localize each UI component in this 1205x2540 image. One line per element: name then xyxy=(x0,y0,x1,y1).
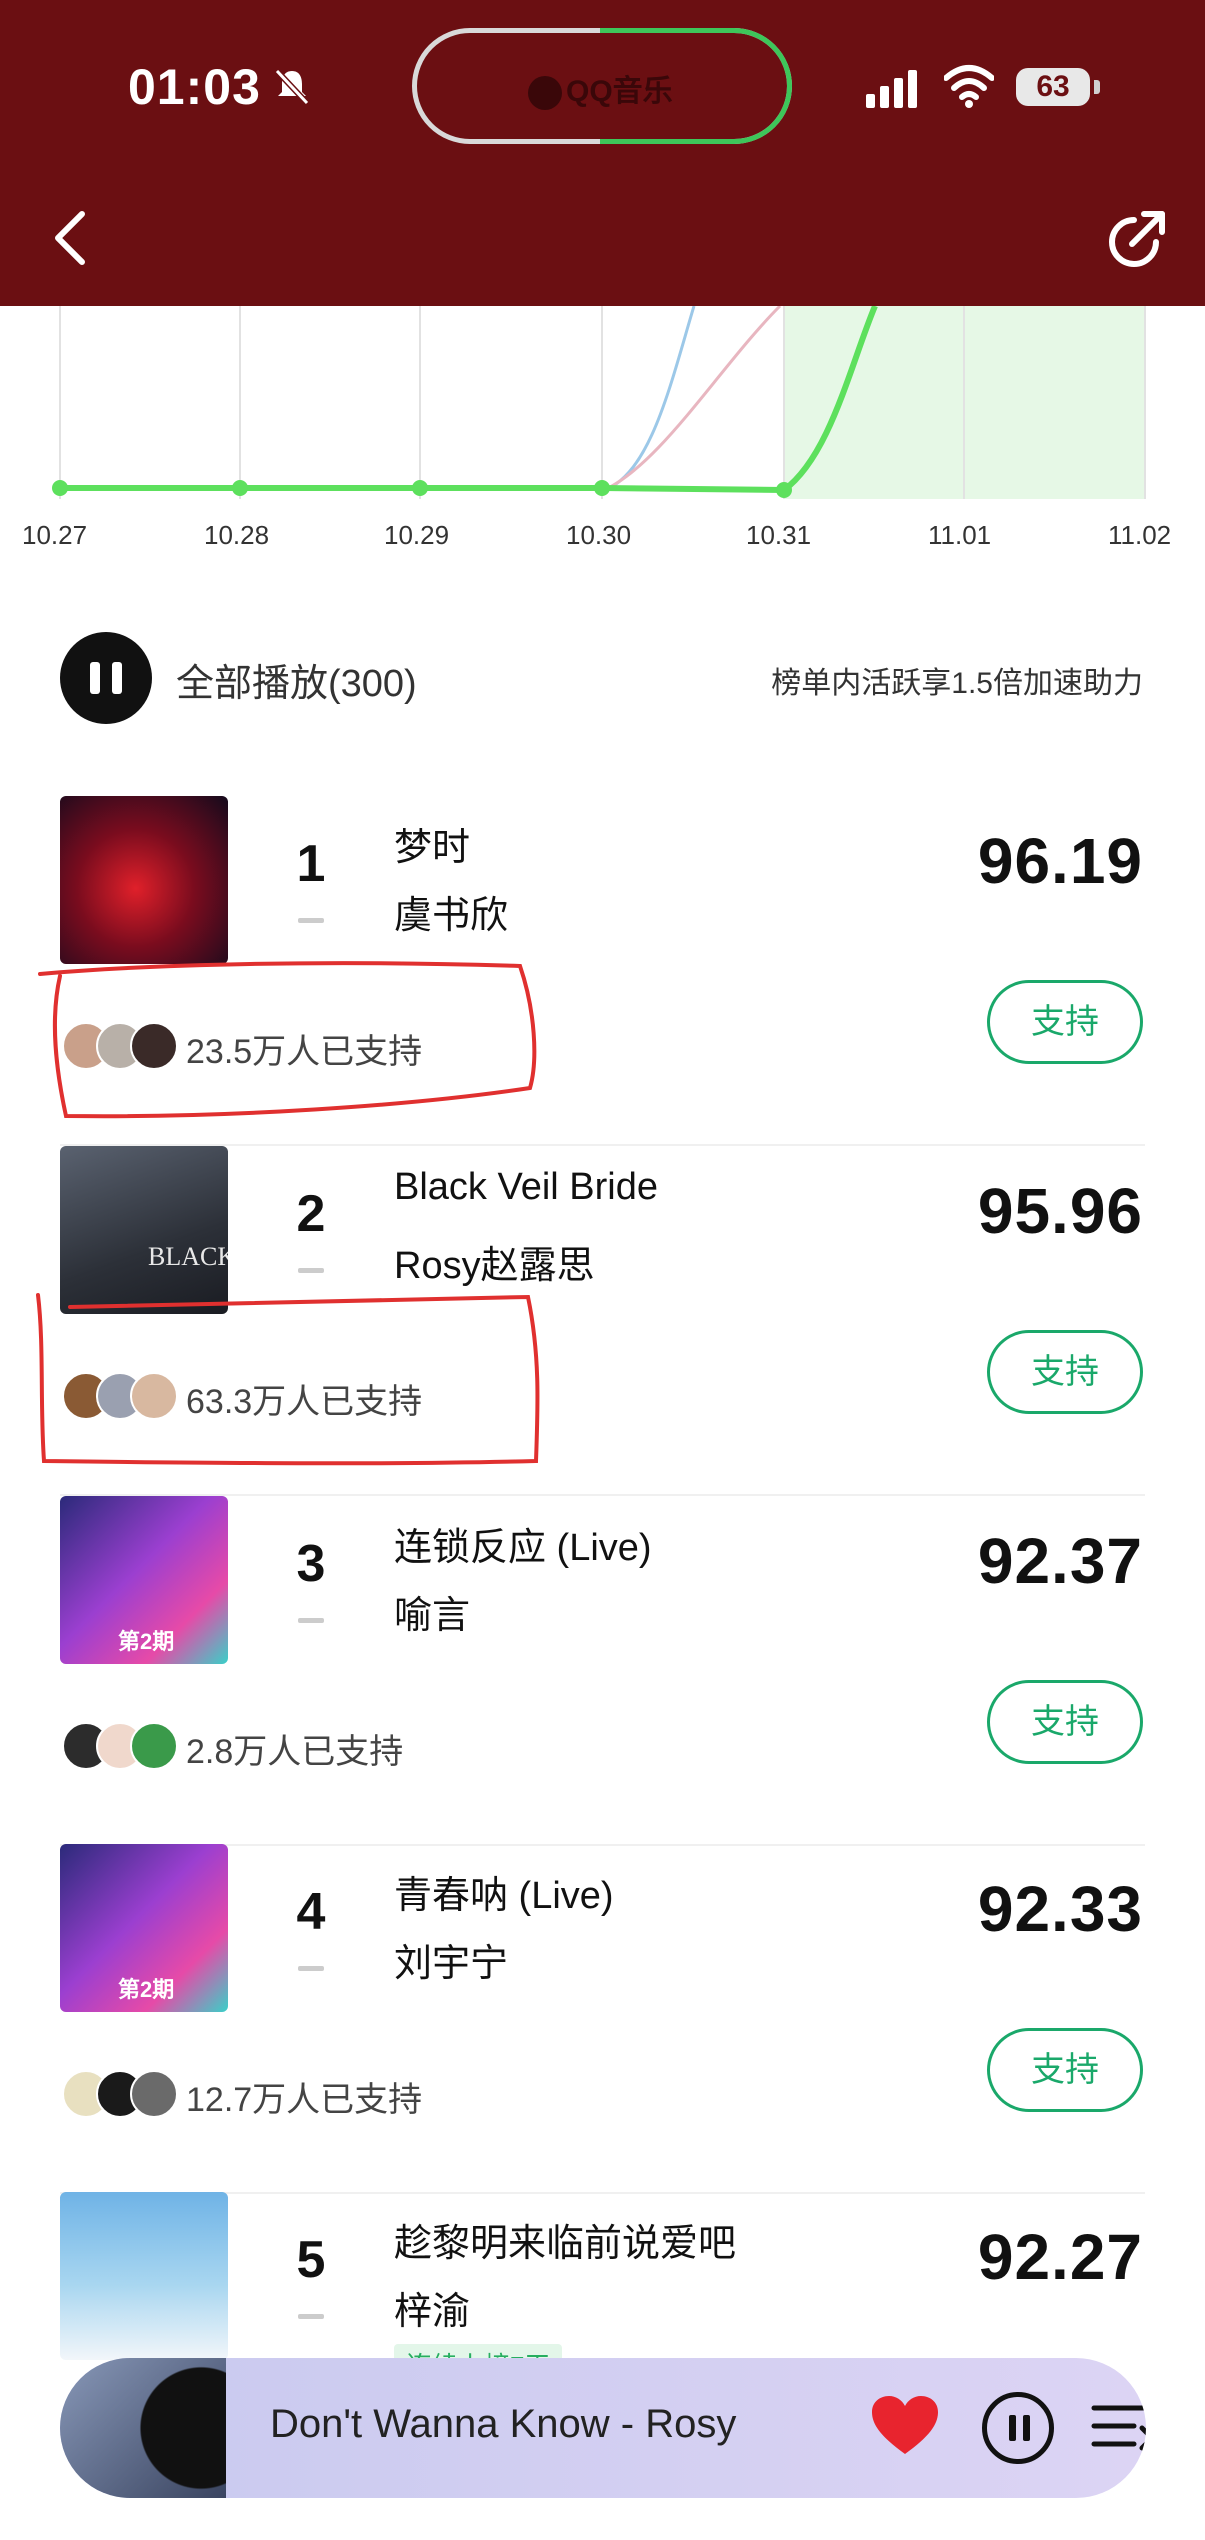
heart-icon[interactable] xyxy=(870,2394,940,2458)
support-button[interactable]: 支持 xyxy=(987,1680,1143,1764)
supporter-count: 2.8万人已支持 xyxy=(186,1733,404,1771)
pause-bar xyxy=(90,662,100,694)
rank-change-indicator xyxy=(298,1618,324,1623)
score: 96.19 xyxy=(977,825,1143,897)
supporter-avatars xyxy=(62,1722,178,1770)
rank-change-indicator xyxy=(298,1966,324,1971)
chart-line-series-c xyxy=(601,306,782,493)
chart-row[interactable]: 第2期 3 连锁反应 (Live) 喻言 92.37 2.8万人已支持 支持 xyxy=(0,1496,1205,1846)
chart-row[interactable]: 5 趁黎明来临前说爱吧 梓渝 92.27 连续上榜7天 xyxy=(0,2192,1205,2385)
support-button[interactable]: 支持 xyxy=(987,2028,1143,2112)
bell-muted-icon xyxy=(274,68,310,106)
song-title[interactable]: 连锁反应 (Live) xyxy=(394,1516,652,1571)
artist-name[interactable]: Rosy赵露思 xyxy=(394,1234,595,1289)
x-tick-label: 10.29 xyxy=(384,520,450,550)
boost-note: 榜单内活跃享1.5倍加速助力 xyxy=(771,667,1143,700)
supporter-avatars xyxy=(62,2070,178,2118)
supporter-avatars xyxy=(62,1022,178,1070)
rank-change-indicator xyxy=(298,2314,324,2319)
battery-indicator: 63 xyxy=(1016,68,1090,106)
x-tick-label: 11.02 xyxy=(1108,520,1172,550)
rank-number: 5 xyxy=(296,2231,326,2289)
wifi-icon xyxy=(944,65,994,108)
playlist-icon[interactable] xyxy=(1090,2398,1146,2458)
chart-row[interactable]: 第2期 4 青春呐 (Live) 刘宇宁 92.33 12.7万人已支持 支持 xyxy=(0,1844,1205,2194)
rank-change-indicator xyxy=(298,1268,324,1273)
score: 95.96 xyxy=(977,1175,1143,1247)
album-cover[interactable] xyxy=(60,796,228,964)
back-arrow-icon[interactable] xyxy=(48,208,92,268)
rank-number: 2 xyxy=(296,1185,326,1243)
album-cover[interactable] xyxy=(60,2192,228,2360)
score: 92.37 xyxy=(977,1525,1143,1597)
qq-music-logo-icon xyxy=(528,76,562,111)
chart-line-series-b xyxy=(601,306,696,493)
pause-bar xyxy=(1023,2415,1030,2441)
island-app-label: QQ音乐 xyxy=(528,66,673,111)
supporter-avatars xyxy=(62,1372,178,1420)
mini-player[interactable]: Don't Wanna Know - Rosy xyxy=(60,2358,1146,2498)
rank-change-indicator xyxy=(298,918,324,923)
avatar xyxy=(130,1372,178,1420)
album-cover[interactable]: BLACK xyxy=(60,1146,228,1314)
x-tick-label: 10.30 xyxy=(566,520,632,550)
rank-number: 4 xyxy=(296,1883,326,1941)
cover-text: 第2期 xyxy=(118,1977,175,2002)
avatar xyxy=(130,2070,178,2118)
supporter-count: 23.5万人已支持 xyxy=(186,1033,423,1071)
avatar xyxy=(130,1022,178,1070)
supporter-count: 12.7万人已支持 xyxy=(186,2081,423,2119)
now-playing-cover[interactable] xyxy=(60,2358,226,2498)
rank-number: 1 xyxy=(296,835,326,893)
artist-name[interactable]: 梓渝 xyxy=(394,2280,470,2335)
x-tick-label: 11.01 xyxy=(928,520,992,550)
chart-row[interactable]: BLACK 2 Black Veil Bride Rosy赵露思 95.96 6… xyxy=(0,1146,1205,1496)
artist-name[interactable]: 刘宇宁 xyxy=(394,1932,508,1987)
x-tick-label: 10.31 xyxy=(746,520,812,550)
supporter-count: 63.3万人已支持 xyxy=(186,1383,423,1421)
x-tick-label: 10.27 xyxy=(22,520,88,550)
avatar xyxy=(130,1722,178,1770)
cover-text: BLACK xyxy=(148,1242,228,1271)
artist-name[interactable]: 喻言 xyxy=(394,1584,470,1639)
score: 92.33 xyxy=(977,1873,1143,1945)
pause-bar xyxy=(112,662,122,694)
play-all-label[interactable]: 全部播放(300) xyxy=(176,652,417,707)
album-cover[interactable]: 第2期 xyxy=(60,1844,228,2012)
score: 92.27 xyxy=(977,2221,1143,2293)
song-title[interactable]: 青春呐 (Live) xyxy=(394,1864,614,1919)
play-all-button[interactable] xyxy=(60,632,152,724)
song-title[interactable]: Black Veil Bride xyxy=(394,1166,658,1209)
share-icon[interactable] xyxy=(1104,206,1170,272)
artist-name[interactable]: 虞书欣 xyxy=(394,884,508,939)
album-cover[interactable]: 第2期 xyxy=(60,1496,228,1664)
song-title[interactable]: 梦时 xyxy=(394,816,470,871)
battery-cap xyxy=(1094,80,1100,94)
cover-text: 第2期 xyxy=(118,1629,175,1654)
pause-bar xyxy=(1009,2415,1016,2441)
pause-button[interactable] xyxy=(982,2392,1054,2464)
song-title[interactable]: 趁黎明来临前说爱吧 xyxy=(394,2212,736,2267)
x-tick-label: 10.28 xyxy=(204,520,270,550)
now-playing-title[interactable]: Don't Wanna Know - Rosy xyxy=(270,2402,840,2447)
status-time: 01:03 xyxy=(128,59,261,115)
support-button[interactable]: 支持 xyxy=(987,980,1143,1064)
rank-number: 3 xyxy=(296,1535,326,1593)
chart-row[interactable]: 1 梦时 虞书欣 96.19 23.5万人已支持 支持 xyxy=(0,796,1205,1146)
signal-icon xyxy=(866,70,917,108)
support-button[interactable]: 支持 xyxy=(987,1330,1143,1414)
